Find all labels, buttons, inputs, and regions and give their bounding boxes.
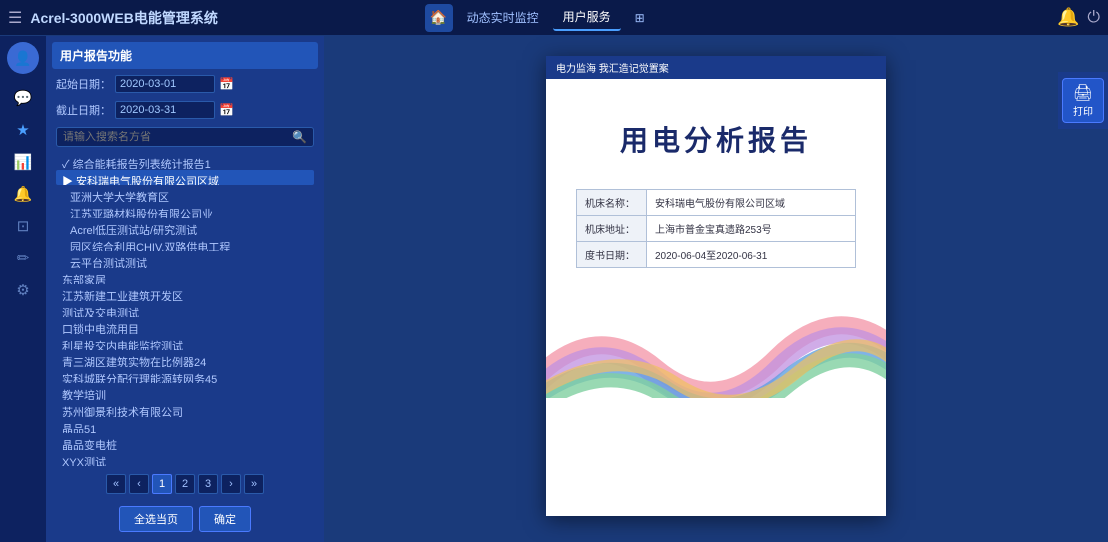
project-item[interactable]: 口锁中电流用目 [56,318,314,334]
project-item[interactable]: 晶品变电桩 [56,434,314,450]
report-page: 电力监海 我汇造记觉置案 用电分析报告 机床名称：安科瑞电气股份有限公司区域机床… [546,56,886,516]
project-item[interactable]: 云平台测试测试 [56,252,314,268]
start-date-calendar-icon[interactable]: 📅 [219,77,234,91]
project-list: ✓ 综合能耗报告列表统计报告1▶ 安科瑞电气股份有限公司区域亚洲大学大学教育区江… [52,153,318,466]
page-3-btn[interactable]: 3 [198,474,218,494]
topbar: ☰ Acrel-3000WEB电能管理系统 🏠 动态实时监控 用户服务 ⊞ 🔔 … [0,0,1108,36]
project-item[interactable]: 园区综合利用CHIV.双路供电工程 [56,236,314,252]
page-first-btn[interactable]: « [106,474,126,494]
project-item[interactable]: 教学培训 [56,384,314,400]
print-button[interactable]: 🖨 打印 [1062,78,1104,123]
bottom-buttons: 全选当页 确定 [52,502,318,536]
print-panel: 🖨 打印 [1058,72,1108,129]
nav-user-service[interactable]: 用户服务 [553,4,621,31]
search-row: 🔍 [56,127,314,147]
start-date-label: 起始日期： [56,76,111,92]
project-item[interactable]: 江苏新建工业建筑开发区 [56,285,314,301]
topbar-right: 🔔 ⏻ [1057,7,1100,28]
page-last-btn[interactable]: » [244,474,264,494]
start-date-input[interactable] [115,75,215,93]
report-wave [546,298,886,398]
topbar-nav: 🏠 动态实时监控 用户服务 ⊞ [425,4,655,32]
page-prev-btn[interactable]: ‹ [129,474,149,494]
report-header-bar: 电力监海 我汇造记觉置案 [546,56,886,79]
sidebar-edit-icon[interactable]: ✏ [7,244,39,272]
panel-header: 用户报告功能 [52,42,318,69]
report-info-label: 机床名称： [577,190,647,215]
report-info-label: 机床地址： [577,216,647,241]
end-date-label: 截止日期： [56,102,111,118]
page-2-btn[interactable]: 2 [175,474,195,494]
project-item[interactable]: ✓ 综合能耗报告列表统计报告1 [56,153,314,169]
start-date-row: 起始日期： 📅 [52,73,318,95]
search-icon[interactable]: 🔍 [292,130,307,144]
end-date-input[interactable] [115,101,215,119]
page-next-btn[interactable]: › [221,474,241,494]
sidebar-message-icon[interactable]: 💬 [7,84,39,112]
sidebar-settings-icon[interactable]: ⚙ [7,276,39,304]
end-date-row: 截止日期： 📅 [52,99,318,121]
end-date-calendar-icon[interactable]: 📅 [219,103,234,117]
report-title-section: 用电分析报告 [546,79,886,189]
sidebar-layers-icon[interactable]: ⊡ [7,212,39,240]
project-item[interactable]: 苏州御景利技术有限公司 [56,401,314,417]
menu-icon[interactable]: ☰ [8,8,22,28]
select-all-button[interactable]: 全选当页 [119,506,193,532]
project-item[interactable]: XYX测试 [56,451,314,466]
nav-grid[interactable]: ⊞ [625,7,655,29]
nav-monitoring[interactable]: 动态实时监控 [457,5,549,30]
report-info-row: 机床名称：安科瑞电气股份有限公司区域 [577,190,855,216]
bell-icon[interactable]: 🔔 [1057,7,1079,28]
report-info-label: 度书日期： [577,242,647,267]
page-1-btn[interactable]: 1 [152,474,172,494]
report-info-table: 机床名称：安科瑞电气股份有限公司区域机床地址：上海市普金宝真遗路253号度书日期… [576,189,856,268]
sidebar: 👤 💬 ★ 📊 🔔 ⊡ ✏ ⚙ [0,36,46,542]
main-content: 用户报告功能 起始日期： 📅 截止日期： 📅 🔍 ✓ 综合能耗报告列表统计报告1… [46,36,1108,542]
report-info-value: 上海市普金宝真遗路253号 [647,216,855,241]
right-content: 电力监海 我汇造记觉置案 用电分析报告 机床名称：安科瑞电气股份有限公司区域机床… [324,36,1108,542]
print-icon: 🖨 [1069,83,1097,103]
print-label: 打印 [1073,107,1093,118]
pagination: « ‹ 1 2 3 › » [52,470,318,498]
report-info-value: 2020-06-04至2020-06-31 [647,242,855,267]
project-item[interactable]: ▶ 安科瑞电气股份有限公司区域 [56,170,314,186]
project-item[interactable]: 青三湖区建筑实物在比例器24 [56,351,314,367]
report-info-row: 机床地址：上海市普金宝真遗路253号 [577,216,855,242]
project-item[interactable]: 江苏亚璐材料股份有限公司业 [56,203,314,219]
project-item[interactable]: 实科城联分配行理能源转网务45 [56,368,314,384]
avatar: 👤 [7,42,39,74]
sidebar-star-icon[interactable]: ★ [7,116,39,144]
project-item[interactable]: 亚洲大学大学教育区 [56,186,314,202]
left-panel: 用户报告功能 起始日期： 📅 截止日期： 📅 🔍 ✓ 综合能耗报告列表统计报告1… [46,36,324,542]
sidebar-notification-icon[interactable]: 🔔 [7,180,39,208]
report-info-row: 度书日期：2020-06-04至2020-06-31 [577,242,855,267]
home-button[interactable]: 🏠 [425,4,453,32]
app-title: Acrel-3000WEB电能管理系统 [30,8,416,28]
power-icon[interactable]: ⏻ [1087,9,1100,27]
project-item[interactable]: 晶品51 [56,418,314,434]
project-item[interactable]: Acrel低压测试站/研究测试 [56,219,314,235]
report-info-value: 安科瑞电气股份有限公司区域 [647,190,855,215]
project-item[interactable]: 利星投交内电能监控测试 [56,335,314,351]
sidebar-chart-icon[interactable]: 📊 [7,148,39,176]
confirm-button[interactable]: 确定 [199,506,251,532]
project-item[interactable]: 测试及交电测试 [56,302,314,318]
project-item[interactable]: 东部家居 [56,269,314,285]
report-main-title: 用电分析报告 [620,119,812,159]
search-input[interactable] [63,131,292,143]
